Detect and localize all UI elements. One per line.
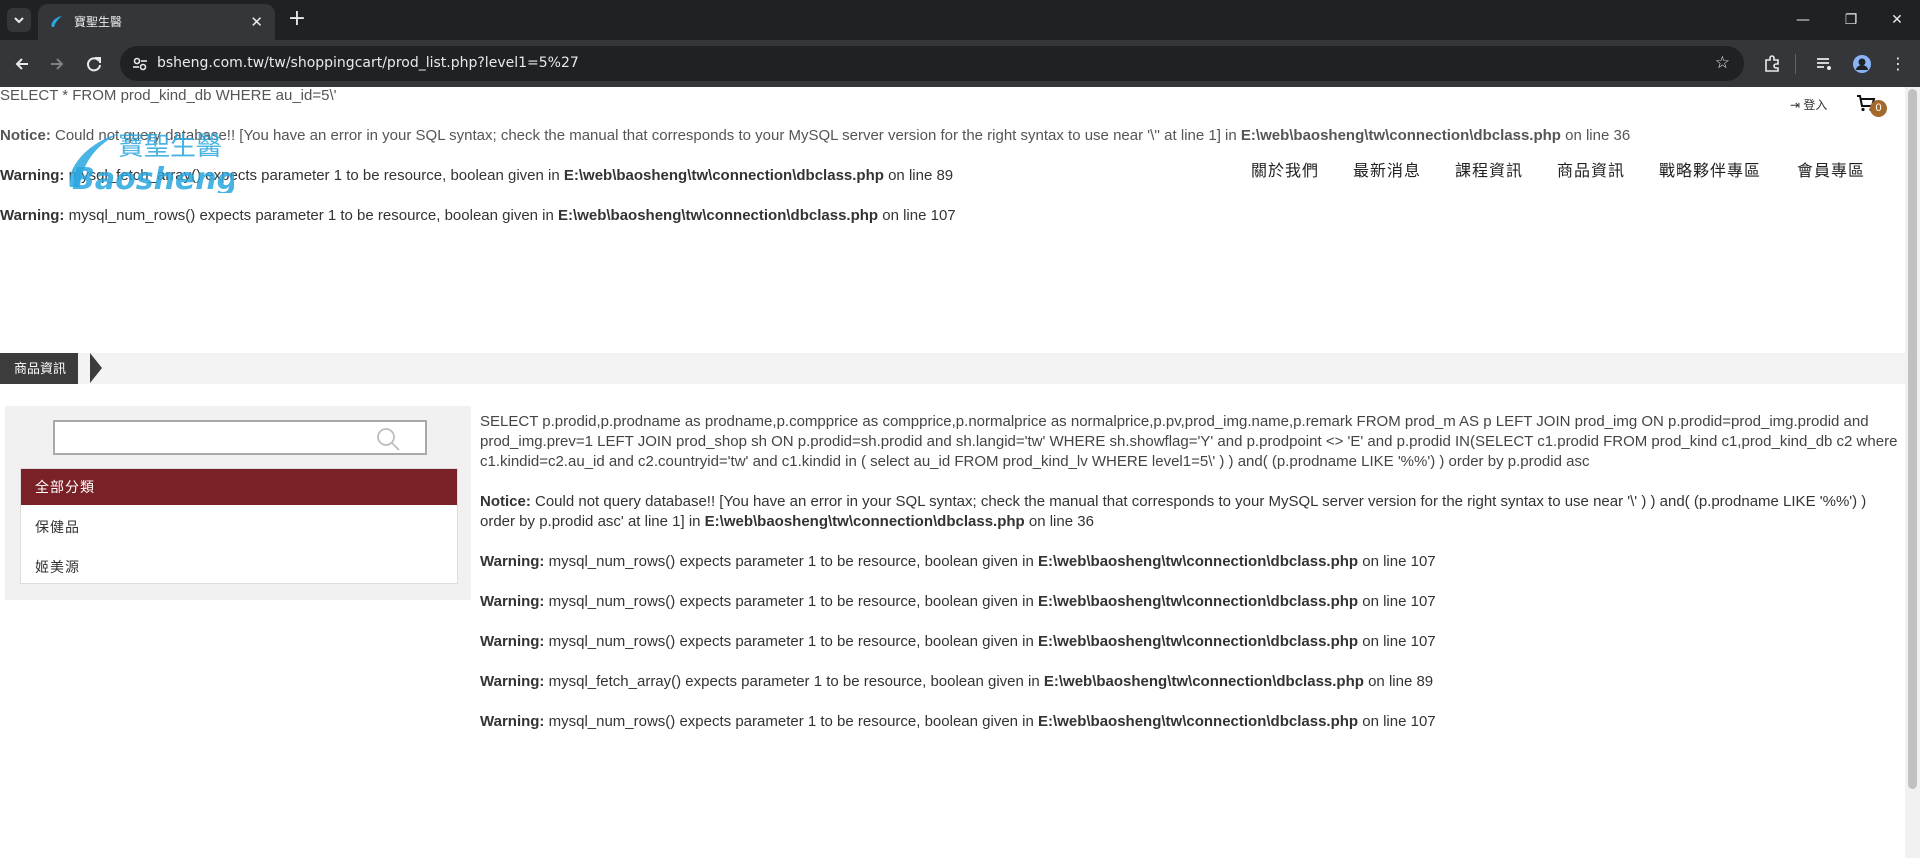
warning-label: Warning:	[480, 713, 545, 730]
nav-item-partners[interactable]: 戰略夥伴專區	[1659, 157, 1761, 181]
arrow-right-icon	[51, 58, 64, 70]
login-label: 登入	[1803, 98, 1828, 112]
cart-button[interactable]: 0	[1856, 94, 1888, 117]
warning-label: Warning:	[0, 167, 65, 184]
logo-english: Baosheng	[72, 162, 234, 193]
warning-line: on line 107	[1358, 713, 1436, 730]
reload-button[interactable]	[80, 50, 108, 78]
logo-chinese: 寶聖生醫	[118, 132, 222, 162]
nav-item-about[interactable]: 關於我們	[1251, 157, 1319, 181]
notice-text: Could not query database!! [You have an …	[480, 493, 1867, 530]
notice-label: Notice:	[0, 127, 51, 144]
warning-line: on line 107	[1358, 593, 1436, 610]
notice-label: Notice:	[480, 493, 531, 510]
site-logo[interactable]: 寶聖生醫 Baosheng	[66, 129, 238, 197]
warning-text: mysql_fetch_array() expects parameter 1 …	[544, 673, 1044, 690]
warning-label: Warning:	[480, 553, 545, 570]
warning-path: E:\web\baosheng\tw\connection\dbclass.ph…	[1038, 553, 1359, 570]
search-icon[interactable]	[375, 426, 401, 452]
login-icon: ⇥	[1790, 98, 1801, 112]
category-item-jimeiyuan[interactable]: 姬美源	[35, 557, 80, 577]
warning-message: Warning: mysql_fetch_array() expects par…	[480, 672, 1898, 692]
section-band	[0, 353, 1905, 384]
section-title: 商品資訊	[0, 353, 79, 384]
profile-avatar-icon[interactable]	[1848, 50, 1876, 78]
site-favicon-icon	[51, 16, 62, 27]
warning-line: on line 107	[1358, 553, 1436, 570]
nav-item-courses[interactable]: 課程資訊	[1455, 157, 1523, 181]
tab-search-button[interactable]	[7, 8, 31, 32]
address-bar[interactable]: bsheng.com.tw/tw/shoppingcart/prod_list.…	[120, 46, 1744, 81]
warning-line: on line 107	[1358, 633, 1436, 650]
warning-text: mysql_num_rows() expects parameter 1 to …	[544, 633, 1039, 650]
category-list: 全部分類 保健品 姬美源	[20, 468, 458, 584]
close-window-button[interactable]: ✕	[1874, 0, 1920, 40]
warning-line: on line 107	[878, 207, 956, 224]
tab-active[interactable]: 寶聖生醫 ✕	[38, 4, 275, 40]
product-list-content: SELECT p.prodid,p.prodname as prodname,p…	[480, 412, 1898, 752]
nav-item-products[interactable]: 商品資訊	[1557, 157, 1625, 181]
category-item-health[interactable]: 保健品	[35, 517, 80, 537]
notice-message: Notice: Could not query database!! [You …	[480, 492, 1898, 532]
warning-label: Warning:	[480, 673, 545, 690]
category-all[interactable]: 全部分類	[21, 469, 457, 505]
scrollbar-thumb[interactable]	[1908, 89, 1917, 789]
site-settings-icon[interactable]	[130, 54, 150, 74]
more-menu-icon[interactable]: ⋮	[1884, 50, 1912, 78]
warning-label: Warning:	[480, 593, 545, 610]
arrow-left-icon	[15, 58, 28, 70]
browser-toolbar: bsheng.com.tw/tw/shoppingcart/prod_list.…	[0, 40, 1920, 87]
warning-text: mysql_num_rows() expects parameter 1 to …	[544, 553, 1039, 570]
restore-button[interactable]: ❐	[1828, 0, 1874, 40]
notice-message: Notice: Could not query database!! [You …	[0, 127, 1630, 145]
warning-path: E:\web\baosheng\tw\connection\dbclass.ph…	[558, 207, 879, 224]
warning-message: Warning: mysql_num_rows() expects parame…	[0, 207, 956, 225]
notice-line: on line 36	[1560, 127, 1631, 144]
warning-line: on line 89	[883, 167, 954, 184]
warning-path: E:\web\baosheng\tw\connection\dbclass.ph…	[1038, 633, 1359, 650]
product-search-input[interactable]	[53, 420, 427, 455]
section-title-arrow	[90, 353, 102, 383]
toolbar-divider	[1795, 54, 1796, 74]
warning-text: mysql_num_rows() expects parameter 1 to …	[544, 713, 1039, 730]
media-control-icon[interactable]	[1810, 50, 1838, 78]
warning-line: on line 89	[1363, 673, 1434, 690]
notice-path: E:\web\baosheng\tw\connection\dbclass.ph…	[704, 513, 1025, 530]
nav-item-members[interactable]: 會員專區	[1797, 157, 1865, 181]
notice-line: on line 36	[1024, 513, 1094, 530]
category-sidebar: 全部分類 保健品 姬美源	[5, 406, 471, 600]
tab-title: 寶聖生醫	[74, 15, 123, 29]
warning-message: Warning: mysql_num_rows() expects parame…	[480, 632, 1898, 652]
minimize-button[interactable]: —	[1780, 0, 1826, 40]
warning-label: Warning:	[480, 633, 545, 650]
warning-message: Warning: mysql_num_rows() expects parame…	[480, 552, 1898, 572]
chevron-down-icon	[14, 17, 24, 24]
page-scrollbar[interactable]	[1905, 87, 1920, 858]
forward-button[interactable]	[43, 50, 71, 78]
warning-label: Warning:	[0, 207, 65, 224]
url-text[interactable]: bsheng.com.tw/tw/shoppingcart/prod_list.…	[157, 46, 579, 81]
nav-item-news[interactable]: 最新消息	[1353, 157, 1421, 181]
login-link[interactable]: ⇥ 登入	[1790, 96, 1827, 113]
warning-path: E:\web\baosheng\tw\connection\dbclass.ph…	[1038, 593, 1359, 610]
warning-text: mysql_num_rows() expects parameter 1 to …	[544, 593, 1039, 610]
extensions-icon[interactable]	[1758, 50, 1786, 78]
browser-tab-bar: 寶聖生醫 ✕ + — ❐ ✕	[0, 0, 1920, 40]
sql-query-text: SELECT * FROM prod_kind_db WHERE au_id=5…	[0, 87, 337, 104]
notice-path: E:\web\baosheng\tw\connection\dbclass.ph…	[1240, 127, 1561, 144]
warning-path: E:\web\baosheng\tw\connection\dbclass.ph…	[1038, 713, 1359, 730]
sql-query-text: SELECT p.prodid,p.prodname as prodname,p…	[480, 413, 1898, 470]
warning-path: E:\web\baosheng\tw\connection\dbclass.ph…	[563, 167, 884, 184]
reload-icon	[87, 57, 101, 72]
bookmark-star-icon[interactable]: ☆	[1715, 46, 1730, 81]
cart-count-badge: 0	[1870, 100, 1887, 117]
warning-message: Warning: mysql_num_rows() expects parame…	[480, 712, 1898, 732]
new-tab-button[interactable]: +	[283, 6, 311, 34]
page-viewport: SELECT * FROM prod_kind_db WHERE au_id=5…	[0, 87, 1920, 858]
warning-path: E:\web\baosheng\tw\connection\dbclass.ph…	[1043, 673, 1364, 690]
back-button[interactable]	[8, 50, 36, 78]
close-tab-icon[interactable]: ✕	[250, 4, 263, 40]
warning-text: mysql_num_rows() expects parameter 1 to …	[64, 207, 559, 224]
warning-message: Warning: mysql_num_rows() expects parame…	[480, 592, 1898, 612]
